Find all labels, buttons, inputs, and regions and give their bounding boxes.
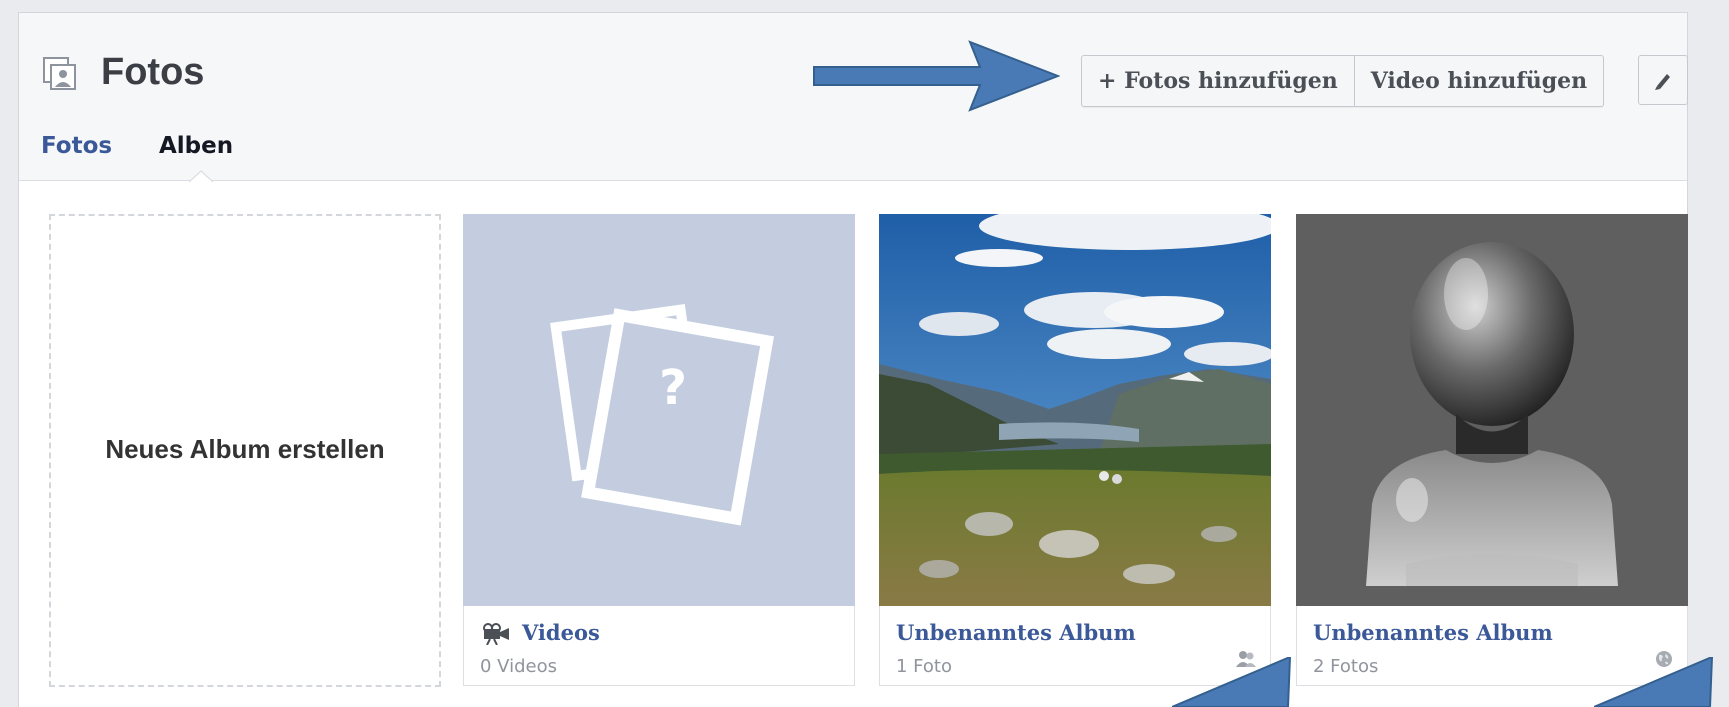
add-photos-button[interactable]: + Fotos hinzufügen [1082, 56, 1355, 106]
album-count: 0 Videos [480, 656, 557, 677]
album-title[interactable]: Videos [522, 620, 600, 645]
svg-text:?: ? [659, 360, 687, 416]
tab-albums[interactable]: Alben [159, 133, 233, 159]
album-title[interactable]: Unbenanntes Album [896, 620, 1136, 645]
annotation-arrow-right [813, 40, 1060, 112]
add-video-button[interactable]: Video hinzufügen [1355, 56, 1603, 106]
tab-photos[interactable]: Fotos [41, 133, 112, 159]
album-cover[interactable] [1296, 214, 1688, 606]
album-cover[interactable]: ? [463, 214, 855, 606]
album-count: 1 Foto [896, 656, 952, 677]
pencil-icon [1655, 74, 1670, 90]
annotation-arrow-up-right [1594, 657, 1714, 707]
create-album-tile[interactable]: Neues Album erstellen [49, 214, 441, 687]
create-album-label: Neues Album erstellen [105, 434, 385, 464]
annotation-arrow-up-left [1172, 657, 1292, 707]
album-cover[interactable] [879, 214, 1271, 606]
album-count: 2 Fotos [1313, 656, 1379, 677]
video-camera-icon [483, 623, 509, 645]
placeholder-photo-icon: ? [550, 304, 775, 526]
album-title[interactable]: Unbenanntes Album [1313, 620, 1553, 645]
album-caption: Videos 0 Videos [463, 606, 855, 686]
photo-album-icon [43, 57, 76, 90]
add-media-button-group: + Fotos hinzufügen Video hinzufügen [1081, 55, 1605, 107]
default-avatar-image [1366, 242, 1618, 586]
edit-button[interactable] [1638, 55, 1688, 105]
page-title: Fotos [101, 51, 205, 93]
active-tab-indicator [189, 170, 213, 182]
mountain-landscape-photo [879, 214, 1271, 606]
